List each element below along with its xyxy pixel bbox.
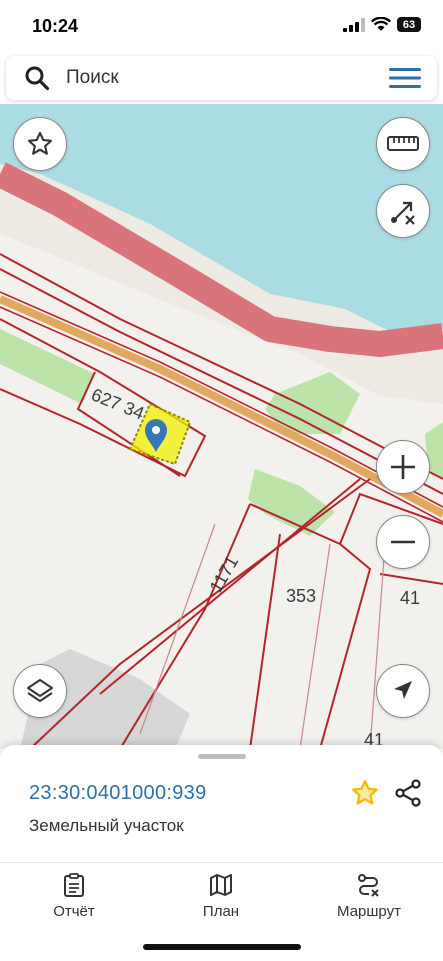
measure-distance-button[interactable] <box>376 184 430 238</box>
share-icon[interactable] <box>394 778 424 808</box>
tab-plan-label: План <box>202 903 240 920</box>
my-location-button[interactable] <box>376 664 430 718</box>
layers-button[interactable] <box>13 664 67 718</box>
measure-route-icon <box>391 201 415 225</box>
search-bar[interactable]: Поиск <box>6 56 437 100</box>
green-area <box>248 469 335 536</box>
map-canvas[interactable] <box>0 104 443 749</box>
layers-icon <box>27 679 53 702</box>
star-outline-icon <box>27 131 53 155</box>
cadastral-number: 23:30:0401000:939 <box>29 782 207 804</box>
wifi-icon <box>371 17 391 31</box>
map-view[interactable]: 627 34 1171 353 41 41 <box>0 104 443 749</box>
report-icon <box>64 873 84 897</box>
status-icons: 63 <box>343 17 421 32</box>
green-area <box>0 329 95 404</box>
plus-icon <box>391 455 415 479</box>
zoom-out-button[interactable] <box>376 515 430 569</box>
tab-route-label: Маршрут <box>337 903 401 920</box>
parcel-label: 353 <box>286 586 317 606</box>
object-type-label: Земельный участок <box>29 816 184 835</box>
battery-icon: 63 <box>397 17 421 32</box>
tab-plan[interactable]: План <box>166 873 276 920</box>
favorite-star-icon[interactable] <box>350 778 380 808</box>
minus-icon <box>391 540 415 544</box>
ruler-button[interactable] <box>376 117 430 171</box>
tab-report-label: Отчёт <box>53 903 95 920</box>
map-icon <box>210 874 232 896</box>
ruler-icon <box>387 136 419 151</box>
search-icon[interactable] <box>24 65 50 91</box>
navigation-arrow-icon <box>394 681 412 699</box>
favorites-button[interactable] <box>13 117 67 171</box>
status-bar: 10:24 63 <box>0 0 443 54</box>
object-info-sheet[interactable]: 23:30:0401000:939 Земельный участок <box>0 745 443 863</box>
cellular-signal-icon <box>343 17 365 32</box>
parcel-label: 41 <box>400 588 421 608</box>
home-indicator <box>143 944 301 950</box>
zoom-in-button[interactable] <box>376 440 430 494</box>
sheet-drag-handle[interactable] <box>198 754 246 759</box>
status-time: 10:24 <box>32 16 79 36</box>
tab-report[interactable]: Отчёт <box>19 873 129 920</box>
tab-route[interactable]: Маршрут <box>314 873 424 920</box>
hamburger-menu-icon[interactable] <box>389 67 421 89</box>
search-input[interactable]: Поиск <box>66 67 119 89</box>
route-icon <box>358 874 379 897</box>
